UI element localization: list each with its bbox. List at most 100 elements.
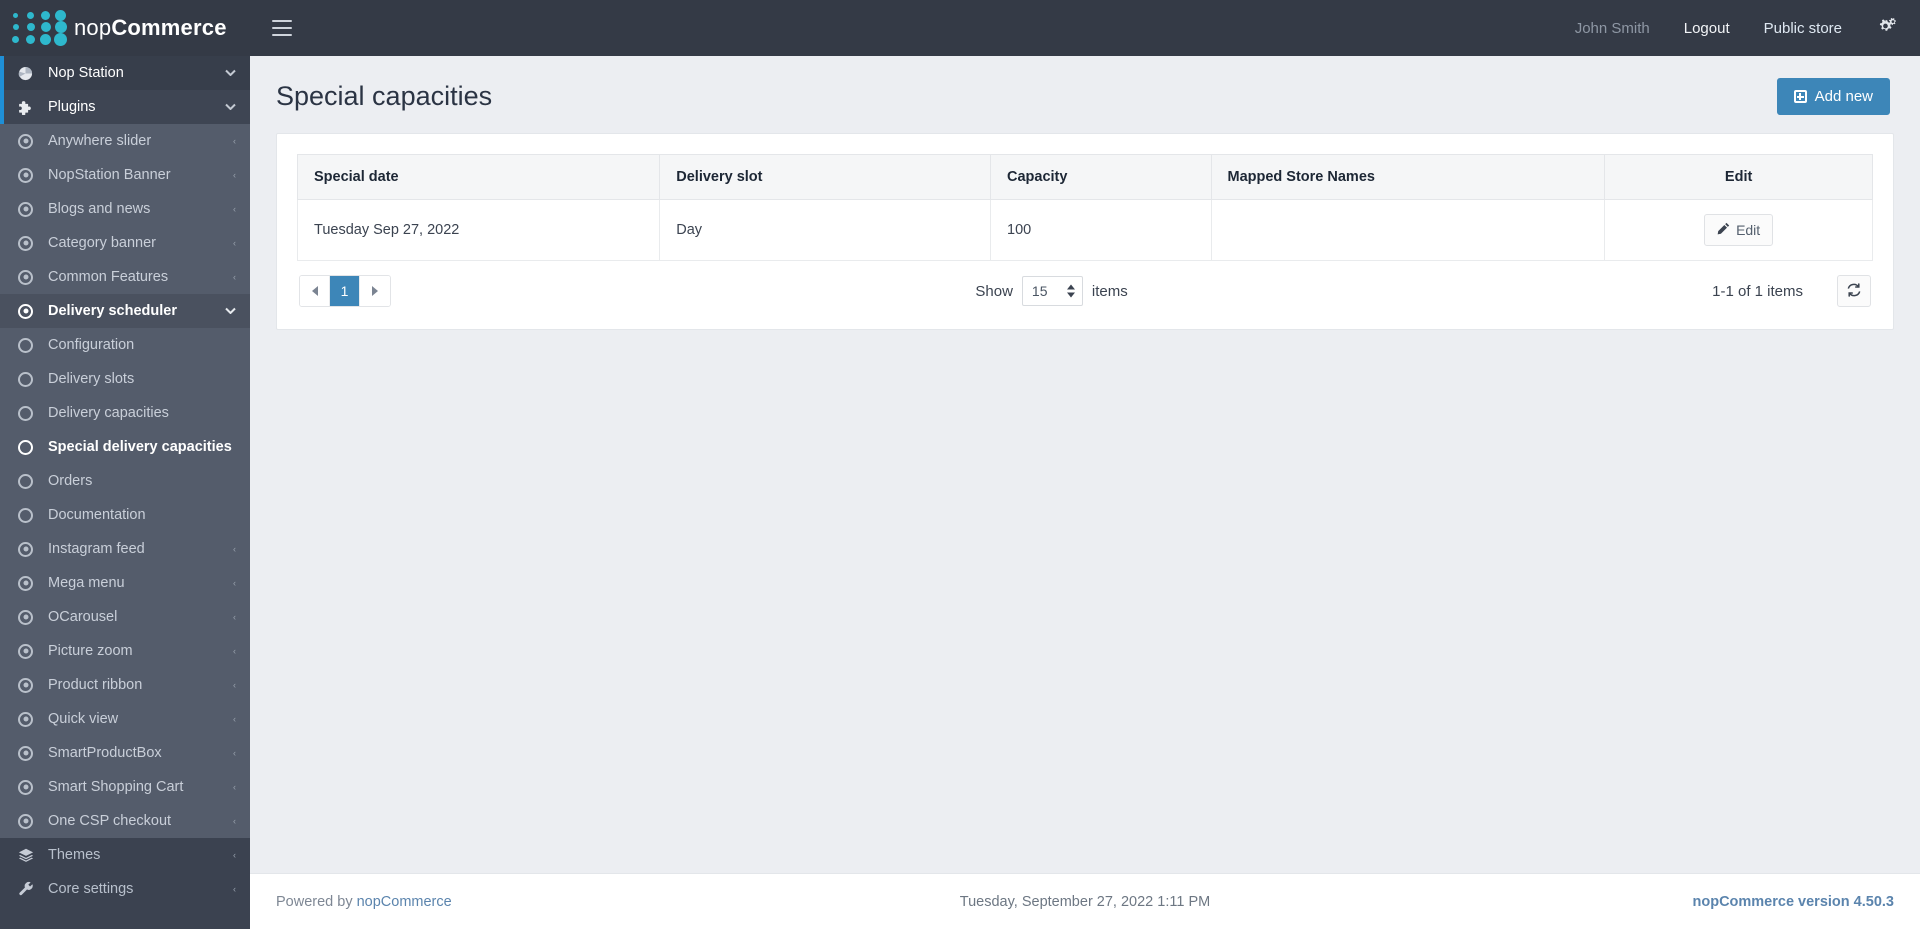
nopcommerce-logo-icon	[8, 10, 68, 46]
layers-icon	[18, 847, 40, 863]
sidebar-item-label: Picture zoom	[48, 643, 133, 659]
radio-filled-icon	[18, 677, 40, 693]
chevron-right-icon: ‹	[233, 714, 236, 724]
radio-filled-icon	[18, 745, 40, 761]
items-label: items	[1091, 282, 1128, 300]
sidebar-item-label: Configuration	[48, 337, 135, 353]
sidebar-item-picture-zoom[interactable]: Picture zoom ‹	[0, 634, 250, 668]
brand-logo-area[interactable]: nopCommerce	[0, 0, 250, 56]
circle-icon	[18, 439, 40, 455]
column-delivery-slot[interactable]: Delivery slot	[659, 154, 991, 200]
sidebar-item-common-features[interactable]: Common Features ‹	[0, 260, 250, 294]
refresh-icon	[1846, 282, 1862, 301]
sidebar-item-label: Product ribbon	[48, 677, 143, 693]
main-content: John Smith Logout Public store Special c…	[250, 0, 1920, 929]
column-capacity[interactable]: Capacity	[990, 154, 1212, 200]
pencil-icon	[1717, 222, 1730, 238]
sidebar-item-label: Delivery capacities	[48, 405, 169, 421]
item-count-label: 1-1 of 1 items	[1712, 282, 1803, 300]
sidebar-item-label: Themes	[48, 847, 101, 863]
sidebar-item-smart-shopping-cart[interactable]: Smart Shopping Cart ‹	[0, 770, 250, 804]
admin-app: nopCommerce Nop Station Plugins Anywhere…	[0, 0, 1920, 929]
sidebar-item-special-delivery-capacities[interactable]: Special delivery capacities	[0, 430, 250, 464]
sidebar-item-documentation[interactable]: Documentation	[0, 498, 250, 532]
cell-mapped-store-names	[1210, 199, 1606, 261]
gears-icon[interactable]	[1876, 17, 1898, 40]
sidebar-item-nop-station[interactable]: Nop Station	[0, 56, 250, 90]
radio-filled-icon	[18, 609, 40, 625]
active-indicator-bar	[0, 90, 4, 124]
sidebar-item-themes[interactable]: Themes ‹	[0, 838, 250, 872]
sidebar-item-delivery-capacities[interactable]: Delivery capacities	[0, 396, 250, 430]
sidebar-item-label: Plugins	[48, 99, 96, 115]
sidebar-item-quick-view[interactable]: Quick view ‹	[0, 702, 250, 736]
sidebar-item-one-csp-checkout[interactable]: One CSP checkout ‹	[0, 804, 250, 838]
sidebar-item-label: Common Features	[48, 269, 169, 285]
radio-filled-icon	[18, 269, 40, 285]
sidebar-item-delivery-slots[interactable]: Delivery slots	[0, 362, 250, 396]
active-indicator-bar	[0, 56, 4, 90]
sidebar-item-mega-menu[interactable]: Mega menu ‹	[0, 566, 250, 600]
sidebar-item-label: One CSP checkout	[48, 813, 172, 829]
sidebar-item-blogs-and-news[interactable]: Blogs and news ‹	[0, 192, 250, 226]
circle-icon	[18, 371, 40, 387]
table-body: Tuesday Sep 27, 2022 Day 100 Edit	[296, 199, 1873, 261]
pager-prev-button[interactable]	[300, 276, 330, 306]
sidebar-item-label: OCarousel	[48, 609, 118, 625]
sidebar-item-ocarousel[interactable]: OCarousel ‹	[0, 600, 250, 634]
sidebar-item-delivery-scheduler[interactable]: Delivery scheduler	[0, 294, 250, 328]
sidebar-item-product-ribbon[interactable]: Product ribbon ‹	[0, 668, 250, 702]
sidebar-item-label: Mega menu	[48, 575, 125, 591]
page-title: Special capacities	[276, 81, 493, 111]
pager-next-button[interactable]	[360, 276, 390, 306]
pager: 1	[299, 275, 391, 307]
chevron-down-icon	[225, 68, 236, 79]
table-header-row: Special date Delivery slot Capacity Mapp…	[296, 154, 1873, 200]
logout-link[interactable]: Logout	[1684, 20, 1730, 37]
pie-chart-icon	[18, 66, 40, 81]
radio-filled-icon	[18, 779, 40, 795]
sidebar-item-nopstation-banner[interactable]: NopStation Banner ‹	[0, 158, 250, 192]
current-user-label: John Smith	[1574, 19, 1650, 37]
brand-title: nopCommerce	[74, 15, 227, 41]
nopcommerce-link[interactable]: nopCommerce	[357, 894, 452, 910]
chevron-right-icon: ‹	[233, 816, 236, 826]
edit-button[interactable]: Edit	[1704, 214, 1774, 246]
sidebar-item-orders[interactable]: Orders	[0, 464, 250, 498]
chevron-right-icon: ‹	[233, 612, 236, 622]
add-new-button[interactable]: Add new	[1776, 78, 1890, 115]
refresh-button[interactable]	[1837, 275, 1871, 307]
radio-filled-icon	[18, 643, 40, 659]
sidebar-item-instagram-feed[interactable]: Instagram feed ‹	[0, 532, 250, 566]
radio-filled-icon	[18, 813, 40, 829]
circle-icon	[18, 473, 40, 489]
column-special-date[interactable]: Special date	[296, 154, 661, 200]
table-header: Special date Delivery slot Capacity Mapp…	[296, 154, 1873, 200]
sidebar-item-configuration[interactable]: Configuration	[0, 328, 250, 362]
pagination-bar: 1 Show 15 25 50 100 items	[297, 261, 1873, 309]
brand-name-bold: Commerce	[111, 15, 227, 40]
hamburger-icon[interactable]	[272, 20, 292, 36]
sidebar-item-plugins[interactable]: Plugins	[0, 90, 250, 124]
page-size-select[interactable]: 15 25 50 100	[1021, 276, 1083, 306]
chevron-right-icon: ‹	[233, 170, 236, 180]
sidebar-item-smartproductbox[interactable]: SmartProductBox ‹	[0, 736, 250, 770]
footer-powered-by: Powered by nopCommerce	[276, 894, 815, 910]
triangle-right-icon	[372, 286, 378, 296]
radio-filled-icon	[18, 711, 40, 727]
page-size-control: Show 15 25 50 100 items	[975, 276, 1128, 306]
add-new-label: Add new	[1814, 88, 1873, 105]
sidebar-item-label: Nop Station	[48, 65, 124, 81]
sidebar-item-core-settings[interactable]: Core settings ‹	[0, 872, 250, 906]
sidebar-item-category-banner[interactable]: Category banner ‹	[0, 226, 250, 260]
page-size-select-wrapper: 15 25 50 100	[1021, 276, 1083, 306]
sidebar-item-anywhere-slider[interactable]: Anywhere slider ‹	[0, 124, 250, 158]
public-store-link[interactable]: Public store	[1764, 20, 1842, 37]
pager-page-1[interactable]: 1	[330, 276, 360, 306]
circle-icon	[18, 507, 40, 523]
cell-edit: Edit	[1604, 199, 1873, 261]
chevron-right-icon: ‹	[233, 884, 236, 894]
page-header: Special capacities Add new	[250, 56, 1920, 125]
column-mapped-store-names[interactable]: Mapped Store Names	[1210, 154, 1606, 200]
chevron-down-icon	[225, 306, 236, 317]
